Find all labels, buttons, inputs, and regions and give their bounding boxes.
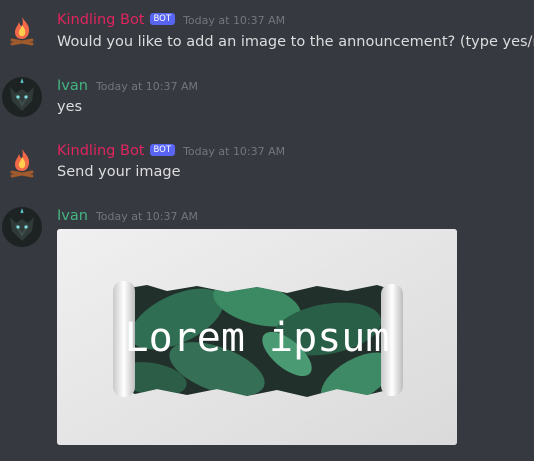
username[interactable]: Kindling Bot — [57, 143, 145, 159]
timestamp[interactable]: Today at 10:37 AM — [183, 14, 285, 27]
attachment-caption: Lorem ipsum — [125, 315, 390, 361]
username[interactable]: Ivan — [57, 78, 88, 94]
timestamp[interactable]: Today at 10:37 AM — [183, 145, 285, 158]
image-attachment[interactable]: Lorem ipsum — [57, 229, 457, 445]
message-content: Would you like to add an image to the an… — [57, 34, 534, 50]
message-content: yes — [57, 99, 83, 115]
wolf-avatar — [2, 77, 42, 117]
message-header: Ivan Today at 10:37 AM — [57, 206, 198, 226]
message-content: Send your image — [57, 164, 181, 180]
username[interactable]: Kindling Bot — [57, 12, 145, 28]
campfire-icon — [2, 10, 42, 50]
bot-badge: BOT — [149, 144, 176, 156]
campfire-icon — [2, 142, 42, 182]
bot-badge: BOT — [149, 13, 176, 25]
message-header: Ivan Today at 10:37 AM — [57, 76, 198, 96]
bot-avatar[interactable] — [2, 142, 42, 182]
user-avatar[interactable] — [2, 77, 42, 117]
bot-avatar[interactable] — [2, 10, 42, 50]
timestamp[interactable]: Today at 10:37 AM — [96, 80, 198, 93]
wolf-avatar — [2, 207, 42, 247]
timestamp[interactable]: Today at 10:37 AM — [96, 210, 198, 223]
message-header: Kindling Bot BOT Today at 10:37 AM — [57, 141, 285, 161]
message-header: Kindling Bot BOT Today at 10:37 AM — [57, 10, 285, 30]
user-avatar[interactable] — [2, 207, 42, 247]
username[interactable]: Ivan — [57, 208, 88, 224]
attachment-image: Lorem ipsum — [57, 229, 457, 445]
chat-messages: Kindling Bot BOT Today at 10:37 AM Would… — [0, 0, 534, 461]
